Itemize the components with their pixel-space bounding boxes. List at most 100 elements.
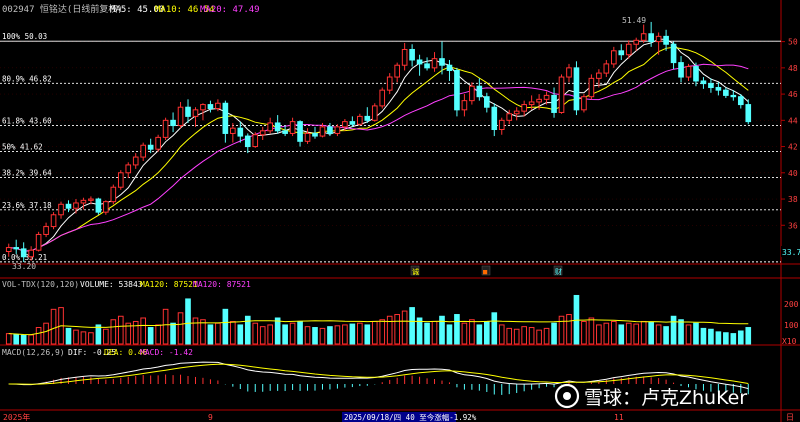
fib-level-label: 50% 41.62: [2, 143, 43, 152]
price-axis-label: 44: [788, 116, 798, 125]
volume-bar: [80, 331, 87, 345]
volume-bar: [177, 312, 184, 345]
candle[interactable]: [162, 117, 169, 140]
candle-body: [566, 67, 572, 78]
volume-bar: [110, 319, 117, 345]
candle[interactable]: [558, 74, 565, 114]
volume-bar: [349, 323, 356, 345]
candle[interactable]: [581, 94, 587, 113]
candle-body: [491, 106, 498, 131]
candle[interactable]: [379, 87, 386, 109]
low-price-annotation: 33.20: [12, 262, 36, 271]
volume-bar: [633, 323, 640, 345]
macd-header: MACD(12,26,9) DIF: -0.25 DEA: 0.46 MACD:…: [2, 348, 193, 357]
volume-bar: [244, 315, 251, 345]
volume-bar: [439, 315, 445, 345]
candle-body: [409, 48, 415, 61]
candle-body: [379, 89, 386, 107]
candle-body: [282, 130, 288, 134]
candle-body: [349, 121, 356, 125]
candle-body: [416, 59, 423, 65]
volume-bar: [409, 307, 415, 345]
candle[interactable]: [35, 231, 42, 252]
candle[interactable]: [117, 170, 124, 190]
volume-bar: [215, 322, 221, 345]
candle[interactable]: [50, 212, 57, 230]
volume-bar: [491, 312, 498, 345]
candle-body: [498, 119, 505, 131]
volume-bar: [13, 333, 20, 345]
candle-body: [715, 87, 722, 91]
volume-bar: [655, 324, 662, 345]
candle-body: [678, 62, 684, 78]
candle-body: [35, 233, 42, 251]
candle-body: [215, 102, 221, 110]
event-marker-cheng[interactable]: 诚: [412, 267, 419, 276]
volume-bar: [35, 327, 42, 345]
candle-body: [364, 115, 371, 121]
candle-body: [177, 106, 184, 127]
candle[interactable]: [454, 67, 460, 117]
candle-body: [737, 96, 744, 106]
candle-body: [536, 98, 542, 103]
volume-bar: [319, 327, 326, 345]
candle-body: [200, 104, 206, 111]
candle-body: [693, 66, 699, 82]
volume-bar: [200, 319, 206, 345]
candle[interactable]: [573, 61, 580, 116]
candle-body: [386, 76, 393, 91]
candle-body: [103, 201, 109, 213]
candle-body: [633, 39, 640, 45]
volume-bar: [640, 320, 647, 345]
price-axis-label: 50: [788, 38, 798, 47]
candle-body: [513, 110, 520, 115]
volume-bar: [596, 324, 602, 345]
candle-body: [723, 89, 729, 96]
candle-body: [655, 35, 662, 43]
price-axis-label: 48: [788, 64, 798, 73]
candle[interactable]: [588, 74, 595, 100]
volume-bar: [259, 326, 266, 345]
volume-bar: [401, 310, 408, 345]
candle-body: [20, 248, 27, 258]
volume-bar: [103, 328, 109, 345]
high-price-annotation: 51.49: [622, 16, 646, 25]
time-label-year: 2025年: [3, 412, 30, 422]
candle-body: [528, 101, 535, 106]
candle-body: [558, 76, 565, 113]
volume-bar: [282, 324, 288, 345]
volume-bar: [618, 324, 625, 345]
volume-tick-x10: X10: [782, 337, 797, 346]
candle[interactable]: [155, 134, 161, 152]
candle-body: [424, 63, 430, 69]
candle-body: [581, 96, 587, 111]
candle-body: [618, 50, 625, 56]
volume-bar: [551, 322, 557, 345]
candle-body: [192, 109, 199, 117]
candle-body: [342, 121, 348, 128]
volume-bar: [483, 320, 490, 345]
candle[interactable]: [252, 132, 259, 148]
candle-body: [401, 48, 408, 66]
candle[interactable]: [371, 103, 378, 122]
time-label-9: 9: [208, 413, 213, 422]
candle-body: [625, 43, 632, 56]
volume-bar: [610, 320, 617, 345]
event-marker-cai[interactable]: 财: [555, 267, 562, 276]
volume-bar: [132, 320, 139, 345]
volume-bar: [50, 308, 57, 345]
watermark: 雪球：卢克ZhuKer: [554, 383, 747, 409]
volume-bar: [147, 327, 154, 345]
candle[interactable]: [110, 184, 117, 205]
volume-bar: [693, 322, 699, 345]
candle-body: [80, 199, 87, 204]
candle-body: [259, 130, 266, 136]
candle[interactable]: [95, 197, 102, 215]
candle-body: [244, 135, 251, 148]
candle-body: [252, 134, 259, 148]
candle-body: [327, 126, 333, 134]
candle[interactable]: [103, 200, 109, 215]
volume-tick-200: 200: [784, 300, 799, 309]
volume-bar: [678, 319, 684, 345]
volume-bar: [663, 326, 669, 345]
